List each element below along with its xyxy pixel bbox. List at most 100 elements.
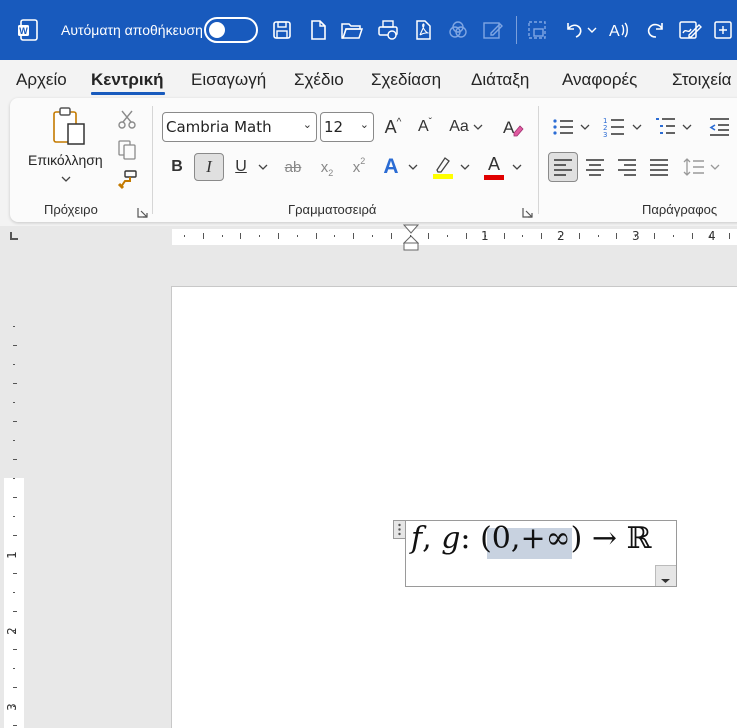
align-right-icon[interactable] xyxy=(614,154,640,180)
multilevel-chevron-icon[interactable] xyxy=(680,120,694,134)
subscript-button[interactable]: x2 xyxy=(314,154,340,180)
ruler-tick xyxy=(466,233,467,239)
numbering-icon[interactable]: 123 xyxy=(601,114,627,140)
design-checker-icon[interactable] xyxy=(445,16,471,44)
line-spacing-chevron-icon[interactable] xyxy=(708,160,722,174)
signature-icon[interactable] xyxy=(677,16,703,44)
justify-icon[interactable] xyxy=(646,154,672,180)
indent-marker-icon[interactable] xyxy=(403,224,419,252)
change-case-button[interactable]: Aa xyxy=(446,114,486,140)
tab-home[interactable]: Κεντρική xyxy=(91,70,164,90)
group-separator xyxy=(152,106,153,214)
equation-arrow: → xyxy=(591,521,617,556)
autosave-toggle[interactable] xyxy=(204,17,258,43)
ruler-tick xyxy=(692,233,693,239)
bullets-chevron-icon[interactable] xyxy=(578,120,592,134)
tab-layout[interactable]: Διάταξη xyxy=(471,70,529,90)
italic-button[interactable]: I xyxy=(194,153,224,181)
ruler-tick xyxy=(13,497,17,498)
grow-font-button[interactable]: A ^ xyxy=(380,114,406,140)
paste-dropdown-chevron-icon[interactable] xyxy=(58,172,74,186)
tab-draw[interactable]: Σχέδιο xyxy=(294,70,344,90)
tab-insert[interactable]: Εισαγωγή xyxy=(191,70,266,90)
align-left-icon[interactable] xyxy=(548,152,578,182)
tab-selector[interactable] xyxy=(10,232,18,240)
read-aloud-icon[interactable]: A xyxy=(607,16,633,44)
highlight-chevron-icon[interactable] xyxy=(458,160,472,174)
underline-dropdown-chevron-icon[interactable] xyxy=(256,160,270,174)
chevron-down-icon xyxy=(661,579,670,583)
equation-comma: , xyxy=(510,521,521,556)
bold-button[interactable]: B xyxy=(164,154,190,180)
font-color-button[interactable]: A xyxy=(481,153,507,181)
shrink-font-button[interactable]: Aˇ xyxy=(412,114,438,140)
document-page[interactable] xyxy=(171,286,737,728)
cut-icon[interactable] xyxy=(115,107,139,131)
new-document-icon[interactable] xyxy=(305,16,331,44)
subscript-label: x xyxy=(320,158,329,176)
redo-icon[interactable] xyxy=(643,16,669,44)
ruler-tick xyxy=(13,478,15,479)
equation-handle-icon[interactable] xyxy=(393,520,406,539)
chevron-down-icon: ⌄ xyxy=(359,118,369,131)
tab-references[interactable]: Αναφορές xyxy=(562,70,637,90)
ruler-tick xyxy=(13,611,17,612)
font-name-dropdown[interactable]: Cambria Math ⌄ xyxy=(162,112,317,142)
format-painter-icon[interactable] xyxy=(115,168,139,192)
multilevel-list-icon[interactable] xyxy=(652,114,678,140)
bullets-icon[interactable] xyxy=(550,114,576,140)
open-folder-icon[interactable] xyxy=(339,16,365,44)
decrease-indent-icon[interactable] xyxy=(706,114,732,140)
numbering-chevron-icon[interactable] xyxy=(630,120,644,134)
text-effects-chevron-icon[interactable] xyxy=(406,160,420,174)
tab-mailings[interactable]: Στοιχεία xyxy=(672,70,732,90)
underline-button[interactable]: U xyxy=(228,154,254,180)
copy-icon[interactable] xyxy=(115,138,139,162)
chevron-down-icon: ⌄ xyxy=(302,118,312,131)
edit-icon[interactable] xyxy=(480,16,506,44)
undo-dropdown-chevron-icon[interactable] xyxy=(584,16,600,44)
ruler-tick xyxy=(13,364,15,365)
screenshot-icon[interactable] xyxy=(524,16,550,44)
superscript-button[interactable]: x2 xyxy=(346,154,372,180)
equation-text[interactable]: f, g: (0,+∞) → ℝ xyxy=(411,521,651,556)
tab-file[interactable]: Αρχείο xyxy=(16,70,67,90)
ruler-tick xyxy=(203,233,204,239)
ruler-tick xyxy=(316,233,317,239)
vertical-ruler[interactable] xyxy=(0,250,30,728)
tab-design[interactable]: Σχεδίαση xyxy=(371,70,441,90)
more-icon[interactable] xyxy=(712,16,737,44)
toggle-knob xyxy=(209,22,225,38)
font-launcher-icon[interactable] xyxy=(522,205,533,218)
svg-text:3: 3 xyxy=(603,131,607,138)
font-color-chevron-icon[interactable] xyxy=(510,160,524,174)
text-effects-button[interactable]: A xyxy=(378,154,404,180)
pdf-icon[interactable] xyxy=(410,16,436,44)
paste-icon[interactable] xyxy=(46,106,90,150)
paste-label[interactable]: Επικόλληση xyxy=(28,152,103,168)
clear-formatting-icon[interactable]: A xyxy=(500,114,526,140)
font-size-dropdown[interactable]: 12 ⌄ xyxy=(320,112,374,142)
clipboard-launcher-icon[interactable] xyxy=(137,205,148,218)
line-spacing-icon[interactable] xyxy=(681,154,707,180)
print-preview-icon[interactable] xyxy=(375,16,401,44)
font-color-swatch xyxy=(484,174,504,180)
ruler-number: 2 xyxy=(4,627,19,635)
svg-text:A: A xyxy=(609,23,620,40)
save-icon[interactable] xyxy=(269,16,295,44)
down-caret-icon: ˇ xyxy=(428,116,432,128)
ruler-tick xyxy=(447,235,448,237)
align-center-icon[interactable] xyxy=(582,154,608,180)
horizontal-ruler[interactable] xyxy=(30,226,737,248)
ruler-tick xyxy=(13,592,15,593)
svg-text:W: W xyxy=(19,26,28,36)
ruler-number: 3 xyxy=(4,703,19,711)
ruler-tick xyxy=(184,235,185,237)
title-bar: W Αυτόματη αποθήκευση A xyxy=(0,0,737,60)
strikethrough-button[interactable]: ab xyxy=(280,154,306,180)
highlight-color-icon[interactable] xyxy=(430,153,456,181)
font-name-value: Cambria Math xyxy=(166,118,272,136)
equation-options-button[interactable] xyxy=(655,565,676,586)
ruler-tick xyxy=(259,235,260,237)
word-icon[interactable]: W xyxy=(16,18,40,42)
